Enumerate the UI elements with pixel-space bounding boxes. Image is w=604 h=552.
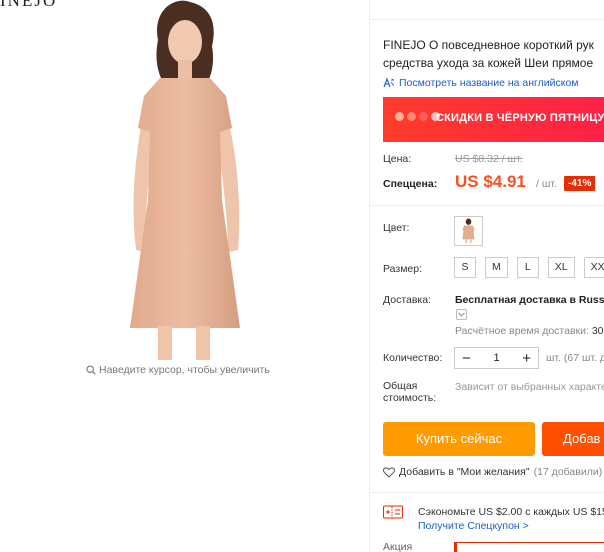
size-option-m[interactable]: M: [485, 257, 508, 278]
product-title: FINEJO О повседневное короткий рук средс…: [383, 36, 604, 72]
size-option-s[interactable]: S: [454, 257, 476, 278]
chevron-down-icon: [458, 312, 465, 317]
quantity-decrease-button[interactable]: −: [462, 351, 471, 366]
banner-dots: [395, 112, 440, 121]
price-unit: / шт.: [536, 178, 557, 190]
product-gallery: INEJO Наведите курсор, чтобы увеличить: [0, 0, 370, 552]
shipping-dropdown-toggle[interactable]: [456, 309, 467, 320]
discount-badge: -41%: [564, 176, 596, 191]
add-to-cart-button[interactable]: Добав: [542, 422, 604, 456]
banner-dot: [395, 112, 404, 121]
wishlist-count: (17 добавили): [533, 466, 603, 478]
size-option-xl[interactable]: XL: [547, 257, 575, 278]
shipping-estimate: Расчётное время доставки: 30-: [455, 325, 604, 337]
quantity-increase-button[interactable]: +: [522, 351, 531, 366]
color-label: Цвет:: [383, 222, 410, 234]
get-coupon-link[interactable]: Получите Спецкупон >: [418, 520, 529, 532]
size-options: S M L XL XXL: [454, 257, 604, 278]
stock-hint: шт. (67 шт. д: [546, 352, 604, 364]
magnifier-icon: [86, 365, 96, 375]
price-label: Цена:: [383, 153, 412, 165]
coupon-text: Сэкономьте US $2.00 с каждых US $15.0: [418, 506, 604, 518]
product-image[interactable]: [100, 0, 270, 360]
shipping-estimate-value: 30-: [591, 325, 604, 337]
size-label: Размер:: [383, 263, 423, 275]
shipping-method: Бесплатная доставка в Russia: [455, 294, 604, 306]
section-divider: [370, 492, 604, 493]
buy-now-button[interactable]: Купить сейчас: [383, 422, 535, 456]
translate-link-text: Посмотреть название на английском: [399, 77, 579, 89]
quantity-input[interactable]: 1: [493, 352, 499, 364]
translate-icon: [383, 77, 395, 88]
shipping-estimate-label: Расчётное время доставки:: [455, 325, 589, 337]
size-option-xxl[interactable]: XXL: [583, 257, 604, 278]
special-price-label: Спеццена:: [383, 178, 438, 190]
total-label: Общая стоимость:: [383, 380, 436, 404]
color-option-thumbnail[interactable]: [454, 216, 483, 246]
wishlist-label: Добавить в "Мои желания": [399, 466, 530, 478]
black-friday-banner[interactable]: СКИДКИ В ЧЁРНУЮ ПЯТНИЦУ: [383, 97, 604, 142]
total-value: Зависит от выбранных характе: [455, 381, 604, 393]
add-to-wishlist-link[interactable]: Добавить в "Мои желания" (17 добавили): [383, 466, 602, 478]
heart-icon: [383, 466, 395, 478]
total-label-line-2: стоимость:: [383, 392, 437, 404]
promotion-label: Акция: [383, 541, 413, 552]
size-option-l[interactable]: L: [516, 257, 539, 278]
zoom-hint-text: Наведите курсор, чтобы увеличить: [99, 364, 270, 376]
section-divider: [370, 205, 604, 206]
product-details: FINEJO О повседневное короткий рук средс…: [370, 0, 604, 552]
product-title-line-1: FINEJO О повседневное короткий рук: [383, 38, 594, 52]
special-price: US $4.91: [455, 172, 526, 191]
quantity-stepper: − 1 +: [454, 347, 539, 369]
product-title-line-2: средства ухода за кожей Шеи прямое: [383, 56, 594, 70]
coupon-icon: [383, 505, 403, 519]
top-divider: [370, 19, 604, 20]
banner-dot: [407, 112, 416, 121]
total-label-line-1: Общая: [383, 380, 418, 392]
banner-dot: [419, 112, 428, 121]
zoom-hint: Наведите курсор, чтобы увеличить: [86, 364, 270, 376]
brand-logo-fragment: INEJO: [0, 0, 58, 10]
quantity-label: Количество:: [383, 352, 443, 364]
shipping-label: Доставка:: [383, 294, 432, 306]
banner-text: СКИДКИ В ЧЁРНУЮ ПЯТНИЦУ: [436, 112, 604, 124]
promotion-box[interactable]: [454, 542, 604, 552]
translate-title-link[interactable]: Посмотреть название на английском: [383, 77, 579, 89]
old-price: US $8.32 / шт.: [455, 153, 523, 165]
